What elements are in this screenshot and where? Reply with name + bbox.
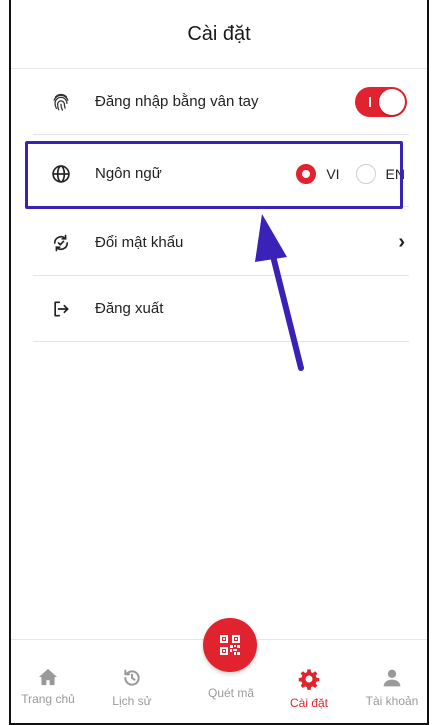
tab-history-label: Lịch sử xyxy=(112,694,152,708)
toggle-on-mark xyxy=(369,96,371,107)
setting-change-password[interactable]: Đổi mật khẩu › xyxy=(33,210,409,276)
language-option-vi-label: VI xyxy=(326,165,340,182)
change-password-label: Đổi mật khẩu xyxy=(95,234,184,251)
language-label: Ngôn ngữ xyxy=(95,165,162,182)
refresh-check-icon xyxy=(45,231,77,255)
fingerprint-toggle[interactable] xyxy=(355,86,407,117)
qr-code-icon xyxy=(220,635,240,655)
chevron-right-icon: › xyxy=(398,231,405,253)
history-icon xyxy=(124,669,140,686)
tab-home-label: Trang chủ xyxy=(21,692,75,706)
setting-language: Ngôn ngữ VI EN xyxy=(33,141,409,207)
gear-icon xyxy=(298,669,320,690)
header: Cài đặt xyxy=(11,0,427,69)
language-option-vi[interactable]: VI xyxy=(296,163,340,184)
logout-label: Đăng xuất xyxy=(95,300,164,317)
logout-icon xyxy=(45,297,77,321)
page-title: Cài đặt xyxy=(187,22,251,45)
home-icon xyxy=(39,668,57,686)
setting-logout[interactable]: Đăng xuất xyxy=(33,276,409,342)
tab-settings[interactable]: Cài đặt xyxy=(274,668,344,710)
tab-history[interactable]: Lịch sử xyxy=(97,668,167,708)
language-radio-group: VI EN xyxy=(296,163,405,184)
globe-icon xyxy=(45,162,77,186)
toggle-knob xyxy=(379,88,405,115)
tab-account-label: Tài khoản xyxy=(365,694,419,708)
user-icon xyxy=(383,669,401,687)
setting-fingerprint-login: Đăng nhập bằng vân tay xyxy=(33,69,409,135)
tab-home[interactable]: Trang chủ xyxy=(13,668,83,706)
language-option-en[interactable]: EN xyxy=(355,163,405,184)
tab-scan-label: Quét mã xyxy=(207,686,255,700)
radio-unchecked-icon xyxy=(355,163,376,184)
language-option-en-label: EN xyxy=(385,165,405,182)
fingerprint-login-label: Đăng nhập bằng vân tay xyxy=(95,93,259,110)
bottom-tab-bar: Trang chủ Lịch sử Quét mã Cài đặt Tài kh… xyxy=(11,618,427,723)
fingerprint-icon xyxy=(45,90,77,114)
app-frame: Cài đặt Đăng nhập bằng vân tay Ngôn ngữ … xyxy=(9,0,429,725)
tab-account[interactable]: Tài khoản xyxy=(357,668,427,708)
tab-settings-label: Cài đặt xyxy=(289,696,329,710)
radio-checked-icon xyxy=(296,163,317,184)
scan-qr-button[interactable] xyxy=(203,618,257,672)
